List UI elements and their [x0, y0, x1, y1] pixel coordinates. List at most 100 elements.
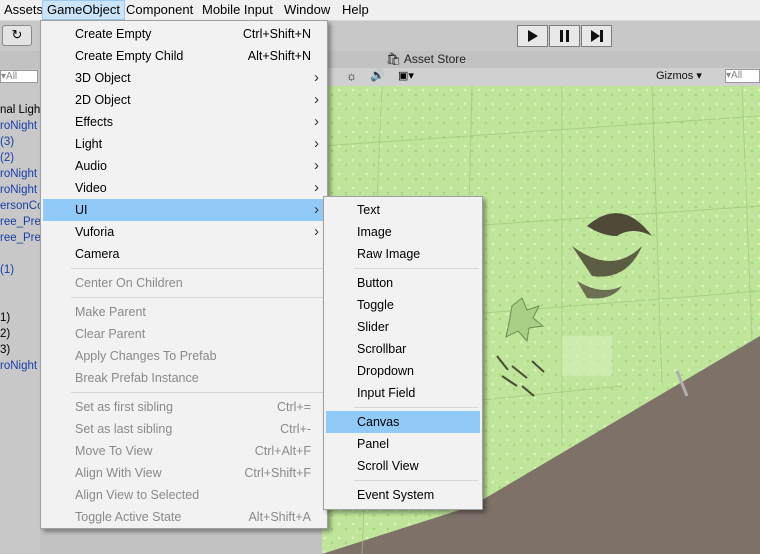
ui-submenu: Text Image Raw Image Button Toggle Slider Scro… [323, 196, 483, 510]
hierarchy-row[interactable]: (3) [0, 136, 14, 148]
chevron-right-icon: › [314, 113, 319, 130]
chevron-right-icon: › [314, 179, 319, 196]
menu-item-label: Center On Children [75, 276, 183, 290]
chevron-right-icon: › [314, 91, 319, 108]
gameobject-menu-item-clear-parent[interactable]: Clear Parent [43, 323, 325, 345]
menu-item-label: Panel [357, 437, 389, 451]
gameobject-menu-item-make-parent[interactable]: Make Parent [43, 301, 325, 323]
gameobject-menu-item-align-with-view[interactable]: Align With View Ctrl+Shift+F [43, 462, 325, 484]
hierarchy-search-input[interactable]: ▾All [0, 70, 38, 83]
menu-item-label: Effects [75, 115, 113, 129]
ui-submenu-item-scroll-view[interactable]: Scroll View [326, 455, 480, 477]
hierarchy-row[interactable]: roNight [0, 184, 37, 196]
gameobject-menu-item-vuforia[interactable]: Vuforia › [43, 221, 325, 243]
image-effects-icon[interactable]: ▣▾ [398, 69, 414, 82]
menu-item-label: Break Prefab Instance [75, 371, 199, 385]
ui-submenu-item-button[interactable]: Button [326, 272, 480, 294]
hierarchy-row[interactable]: 3) [0, 344, 10, 356]
ui-submenu-item-canvas[interactable]: Canvas [326, 411, 480, 433]
menu-item-label: Event System [357, 488, 435, 502]
hierarchy-row[interactable]: (2) [0, 152, 14, 164]
hierarchy-row[interactable]: ree_Pre [0, 216, 41, 228]
menu-item-label: Clear Parent [75, 327, 146, 341]
ui-submenu-item-text[interactable]: Text [326, 199, 480, 221]
gameobject-menu-item-create-empty[interactable]: Create Empty Ctrl+Shift+N [43, 23, 325, 45]
gameobject-menu-item-video[interactable]: Video › [43, 177, 325, 199]
refresh-icon: ↻ [11, 27, 23, 42]
gameobject-menu-item-audio[interactable]: Audio › [43, 155, 325, 177]
ui-submenu-item-panel[interactable]: Panel [326, 433, 480, 455]
gameobject-menu-item-toggle-active-state[interactable]: Toggle Active State Alt+Shift+A [43, 506, 325, 528]
hierarchy-row[interactable]: (1) [0, 264, 14, 276]
menu-item-label: Create Empty [75, 27, 152, 41]
ui-submenu-item-raw-image[interactable]: Raw Image [326, 243, 480, 265]
menu-item-label: Button [357, 276, 394, 290]
tab-asset-store[interactable]: 🛍 Asset Store [386, 52, 466, 66]
gameobject-menu-item-effects[interactable]: Effects › [43, 111, 325, 133]
play-icon [528, 30, 538, 42]
menu-item-label: Text [357, 203, 380, 217]
gameobject-menu-item-set-as-last-sibling[interactable]: Set as last sibling Ctrl+- [43, 418, 325, 440]
menu-window[interactable]: Window [280, 0, 334, 20]
play-controls [517, 25, 613, 47]
gameobject-menu-item-light[interactable]: Light › [43, 133, 325, 155]
ui-submenu-item-image[interactable]: Image [326, 221, 480, 243]
menu-item-shortcut: Alt+Shift+N [247, 49, 311, 63]
rotate-tool-button[interactable]: ↻ [2, 25, 32, 46]
hierarchy-row[interactable]: nal Ligh [0, 104, 40, 116]
menu-item-label: Move To View [75, 444, 153, 458]
gameobject-menu-item-apply-changes-to-prefab[interactable]: Apply Changes To Prefab [43, 345, 325, 367]
gameobject-menu-item-center-on-children[interactable]: Center On Children [43, 272, 325, 294]
chevron-right-icon: › [314, 135, 319, 152]
menu-gameobject[interactable]: GameObject [42, 0, 125, 20]
sun-icon[interactable]: ☼ [346, 69, 357, 83]
gameobject-menu-item-create-empty-child[interactable]: Create Empty Child Alt+Shift+N [43, 45, 325, 67]
menu-item-label: Apply Changes To Prefab [75, 349, 217, 363]
ui-submenu-item-slider[interactable]: Slider [326, 316, 480, 338]
ui-submenu-item-dropdown[interactable]: Dropdown [326, 360, 480, 382]
gameobject-menu-item-set-as-first-sibling[interactable]: Set as first sibling Ctrl+= [43, 396, 325, 418]
gameobject-menu-item-2d-object[interactable]: 2D Object › [43, 89, 325, 111]
menu-item-label: Slider [357, 320, 389, 334]
hierarchy-row[interactable]: ree_Pre [0, 232, 41, 244]
ui-submenu-item-toggle[interactable]: Toggle [326, 294, 480, 316]
audio-icon[interactable]: 🔊 [370, 68, 385, 82]
chevron-down-icon: ▾ [696, 70, 702, 82]
hierarchy-row[interactable]: 1) [0, 312, 10, 324]
chevron-right-icon: › [314, 69, 319, 86]
hierarchy-row[interactable]: roNight [0, 360, 37, 372]
step-icon [591, 30, 603, 42]
ui-submenu-item-input-field[interactable]: Input Field [326, 382, 480, 404]
menu-mobile-input[interactable]: Mobile Input [198, 0, 277, 20]
menu-item-label: Make Parent [75, 305, 146, 319]
menu-component[interactable]: Component [122, 0, 197, 20]
menu-item-label: Dropdown [357, 364, 414, 378]
chevron-right-icon: › [314, 201, 319, 218]
menu-help[interactable]: Help [338, 0, 373, 20]
step-button[interactable] [581, 25, 612, 47]
gameobject-menu-item-camera[interactable]: Camera [43, 243, 325, 265]
menu-separator [71, 297, 324, 298]
menu-item-shortcut: Ctrl+- [280, 422, 311, 436]
gameobject-menu-item-break-prefab-instance[interactable]: Break Prefab Instance [43, 367, 325, 389]
menu-separator [71, 268, 324, 269]
gameobject-menu-item-3d-object[interactable]: 3D Object › [43, 67, 325, 89]
menu-item-label: Toggle Active State [75, 510, 182, 524]
hierarchy-row[interactable]: ersonCo [0, 200, 43, 212]
ui-submenu-item-scrollbar[interactable]: Scrollbar [326, 338, 480, 360]
scene-search-input[interactable]: ▾All [725, 69, 760, 83]
hierarchy-row[interactable]: roNight [0, 168, 37, 180]
ui-submenu-item-event-system[interactable]: Event System [326, 484, 480, 506]
gameobject-menu-item-align-view-to-selected[interactable]: Align View to Selected [43, 484, 325, 506]
gameobject-menu-item-ui[interactable]: UI › [43, 199, 325, 221]
menu-item-label: 3D Object [75, 71, 131, 85]
pause-button[interactable] [549, 25, 580, 47]
hierarchy-row[interactable]: 2) [0, 328, 10, 340]
play-button[interactable] [517, 25, 548, 47]
pause-icon [560, 30, 569, 42]
menu-item-label: Set as last sibling [75, 422, 173, 436]
gizmos-dropdown[interactable]: Gizmos ▾ [656, 69, 702, 82]
hierarchy-row[interactable]: roNight [0, 120, 37, 132]
menu-assets[interactable]: Assets [0, 0, 47, 20]
gameobject-menu-item-move-to-view[interactable]: Move To View Ctrl+Alt+F [43, 440, 325, 462]
